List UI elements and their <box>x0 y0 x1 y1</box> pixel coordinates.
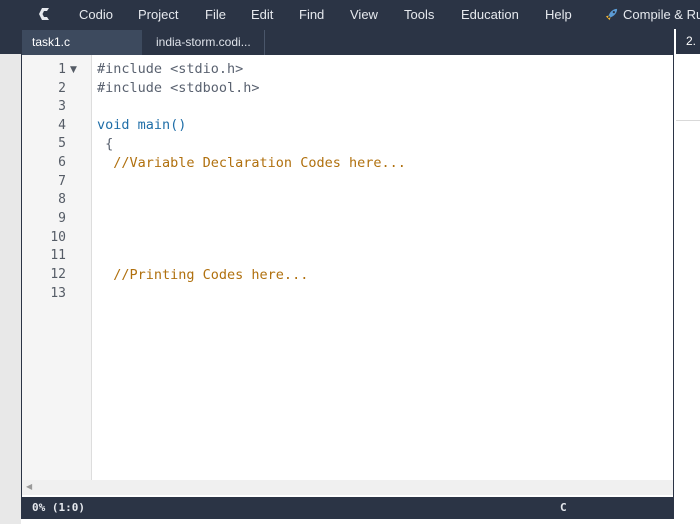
line-number: 6 <box>58 155 66 170</box>
tab-india-storm[interactable]: india-storm.codi... <box>142 30 265 55</box>
rocket-icon <box>605 8 618 21</box>
line-number: 4 <box>58 118 66 133</box>
right-panel-tab[interactable]: 2. <box>676 29 700 54</box>
codio-logo-icon[interactable] <box>36 5 54 23</box>
code-line-4: void main() <box>97 117 187 133</box>
right-panel <box>676 54 700 524</box>
line-number: 7 <box>58 174 66 189</box>
compile-run-button[interactable]: Compile & Run <box>604 7 700 22</box>
menu-project[interactable]: Project <box>138 7 178 22</box>
left-panel-edge <box>0 29 21 524</box>
menu-edit[interactable]: Edit <box>251 7 273 22</box>
scroll-left-icon[interactable]: ◀ <box>26 482 32 491</box>
line-number: 11 <box>50 248 66 263</box>
menu-view[interactable]: View <box>350 7 378 22</box>
right-panel-divider <box>676 120 700 121</box>
menu-education[interactable]: Education <box>461 7 519 22</box>
line-number: 8 <box>58 192 66 207</box>
menu-file[interactable]: File <box>205 7 226 22</box>
code-line-1: #include <stdio.h> <box>97 61 244 77</box>
line-number: 3 <box>58 99 66 114</box>
status-bar: 0% (1:0) C <box>22 497 673 518</box>
line-number: 2 <box>58 81 66 96</box>
line-number: 9 <box>58 211 66 226</box>
code-line-12: //Printing Codes here... <box>97 267 309 283</box>
fold-arrow-icon[interactable]: ▼ <box>70 65 77 75</box>
code-line-2: #include <stdbool.h> <box>97 80 260 96</box>
line-number: 12 <box>50 267 66 282</box>
language-mode[interactable]: C <box>560 501 567 514</box>
menu-codio[interactable]: Codio <box>79 7 113 22</box>
menu-help[interactable]: Help <box>545 7 572 22</box>
tab-task1[interactable]: task1.c <box>22 30 142 55</box>
menu-tools[interactable]: Tools <box>404 7 434 22</box>
line-number-gutter: 1 ▼ 2 3 4 5 6 7 8 9 10 11 12 13 <box>22 55 92 495</box>
editor-tab-bar: task1.c india-storm.codi... <box>22 30 673 55</box>
line-number: 5 <box>58 136 66 151</box>
line-number: 10 <box>50 230 66 245</box>
horizontal-scrollbar[interactable]: ◀ <box>22 480 673 495</box>
code-line-6: //Variable Declaration Codes here... <box>97 155 406 171</box>
compile-run-label: Compile & Run <box>623 7 700 22</box>
line-number: 1 <box>58 62 66 77</box>
cursor-position: 0% (1:0) <box>32 501 85 514</box>
left-panel-header <box>0 29 21 54</box>
menu-find[interactable]: Find <box>299 7 324 22</box>
line-number: 13 <box>50 286 66 301</box>
editor-pane: task1.c india-storm.codi... 1 ▼ 2 3 4 5 … <box>21 29 674 519</box>
code-line-5: { <box>97 136 114 152</box>
menu-bar: Codio Project File Edit Find View Tools … <box>0 0 700 29</box>
